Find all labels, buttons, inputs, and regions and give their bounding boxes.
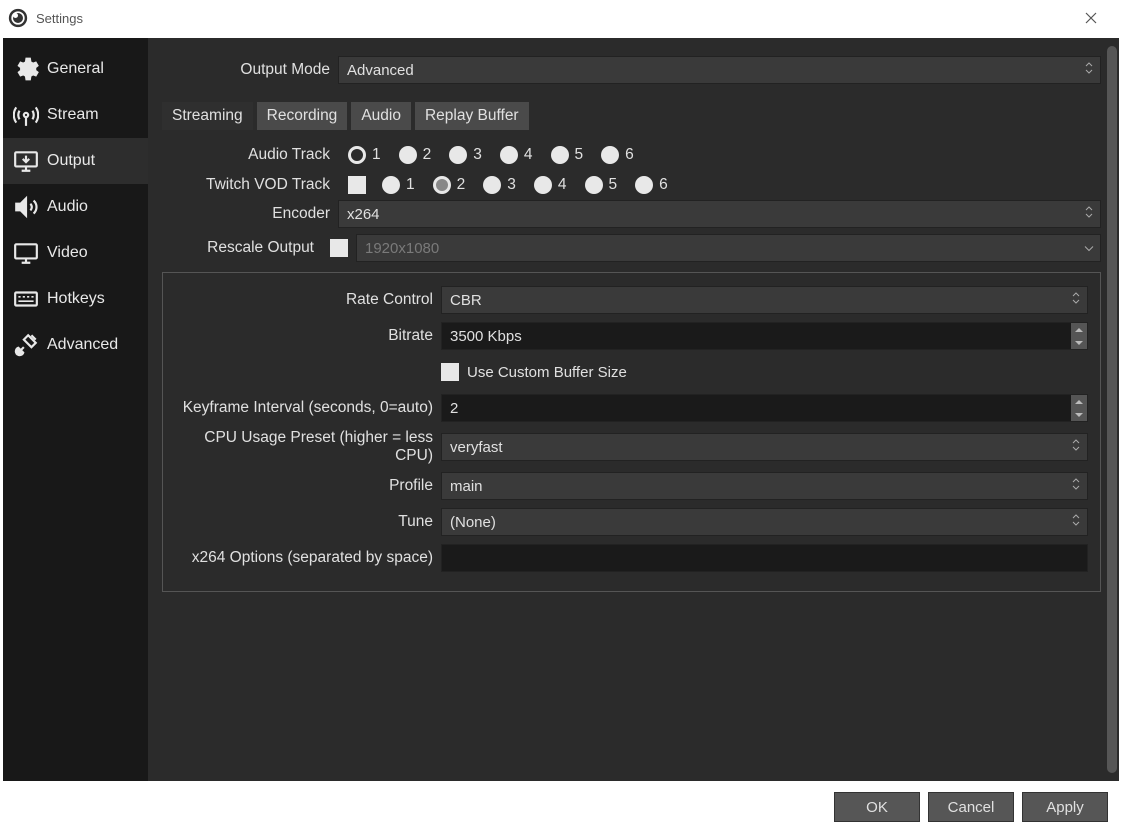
tabs: Streaming Recording Audio Replay Buffer [162, 102, 1101, 130]
audio-track-radio-4[interactable] [500, 146, 518, 164]
obs-logo-icon [8, 8, 28, 28]
rescale-value: 1920x1080 [365, 240, 439, 257]
sidebar-item-stream[interactable]: Stream [3, 92, 148, 138]
profile-dropdown[interactable]: main [441, 472, 1088, 500]
keyframe-label: Keyframe Interval (seconds, 0=auto) [163, 399, 441, 417]
rescale-label: Rescale Output [162, 239, 322, 257]
scrollbar[interactable] [1107, 46, 1117, 773]
sidebar-item-video[interactable]: Video [3, 230, 148, 276]
output-mode-value: Advanced [347, 62, 414, 79]
sidebar-item-general[interactable]: General [3, 46, 148, 92]
bitrate-input[interactable]: 3500 Kbps [441, 322, 1088, 350]
audio-track-radio-2[interactable] [399, 146, 417, 164]
sidebar-label: Hotkeys [47, 290, 105, 308]
cpu-preset-label: CPU Usage Preset (higher = less CPU) [163, 429, 441, 465]
encoder-label: Encoder [162, 205, 338, 223]
sidebar-label: General [47, 60, 104, 78]
chevron-updown-icon [1084, 205, 1094, 223]
output-icon [13, 148, 39, 174]
audio-track-radio-1[interactable] [348, 146, 366, 164]
output-mode-dropdown[interactable]: Advanced [338, 56, 1101, 84]
custom-buffer-checkbox[interactable] [441, 363, 459, 381]
tools-icon [13, 332, 39, 358]
chevron-updown-icon [1071, 291, 1081, 309]
encoder-settings-panel: Rate Control CBR Bitrate 3500 Kbps Use C… [162, 272, 1101, 592]
tab-replay-buffer[interactable]: Replay Buffer [415, 102, 529, 130]
titlebar: Settings [0, 0, 1122, 36]
vod-track-radio-4[interactable] [534, 176, 552, 194]
tab-streaming[interactable]: Streaming [162, 102, 253, 130]
vod-track-checkbox[interactable] [348, 176, 366, 194]
tune-label: Tune [163, 513, 441, 531]
sidebar-label: Video [47, 244, 88, 262]
sidebar-label: Audio [47, 198, 88, 216]
sidebar-label: Advanced [47, 336, 118, 354]
window-title: Settings [36, 11, 83, 26]
x264-opts-input[interactable] [441, 544, 1088, 572]
encoder-value: x264 [347, 206, 380, 223]
chevron-updown-icon [1084, 61, 1094, 79]
output-mode-label: Output Mode [162, 61, 338, 79]
tab-audio[interactable]: Audio [351, 102, 411, 130]
main-panel: Output Mode Advanced Streaming Recording… [148, 38, 1119, 781]
rescale-dropdown[interactable]: 1920x1080 [356, 234, 1101, 262]
chevron-updown-icon [1071, 513, 1081, 531]
chevron-updown-icon [1071, 438, 1081, 456]
tab-recording[interactable]: Recording [257, 102, 348, 130]
profile-label: Profile [163, 477, 441, 495]
audio-track-radio-3[interactable] [449, 146, 467, 164]
audio-track-label: Audio Track [162, 146, 338, 164]
vod-track-radio-3[interactable] [483, 176, 501, 194]
rate-control-dropdown[interactable]: CBR [441, 286, 1088, 314]
apply-button[interactable]: Apply [1022, 792, 1108, 822]
sidebar-label: Stream [47, 106, 99, 124]
sidebar-item-advanced[interactable]: Advanced [3, 322, 148, 368]
vod-track-radio-5[interactable] [585, 176, 603, 194]
chevron-updown-icon [1071, 477, 1081, 495]
rate-control-label: Rate Control [163, 291, 441, 309]
keyframe-input[interactable]: 2 [441, 394, 1088, 422]
bitrate-label: Bitrate [163, 327, 441, 345]
cpu-preset-dropdown[interactable]: veryfast [441, 433, 1088, 461]
chevron-down-icon [1084, 240, 1094, 257]
keyboard-icon [13, 286, 39, 312]
sidebar-label: Output [47, 152, 95, 170]
encoder-dropdown[interactable]: x264 [338, 200, 1101, 228]
custom-buffer-label: Use Custom Buffer Size [467, 364, 627, 381]
tune-dropdown[interactable]: (None) [441, 508, 1088, 536]
speaker-icon [13, 194, 39, 220]
close-icon[interactable] [1068, 0, 1114, 36]
bitrate-spinner[interactable] [1071, 323, 1087, 349]
cancel-button[interactable]: Cancel [928, 792, 1014, 822]
monitor-icon [13, 240, 39, 266]
vod-track-radio-2[interactable] [433, 176, 451, 194]
vod-track-radio-1[interactable] [382, 176, 400, 194]
gear-icon [13, 56, 39, 82]
vod-track-radio-6[interactable] [635, 176, 653, 194]
rescale-checkbox[interactable] [330, 239, 348, 257]
x264-opts-label: x264 Options (separated by space) [163, 549, 441, 567]
audio-track-radio-5[interactable] [551, 146, 569, 164]
keyframe-spinner[interactable] [1071, 395, 1087, 421]
sidebar-item-output[interactable]: Output [3, 138, 148, 184]
sidebar-item-hotkeys[interactable]: Hotkeys [3, 276, 148, 322]
audio-track-radio-6[interactable] [601, 146, 619, 164]
antenna-icon [13, 102, 39, 128]
sidebar-item-audio[interactable]: Audio [3, 184, 148, 230]
footer: OK Cancel Apply [0, 781, 1122, 833]
ok-button[interactable]: OK [834, 792, 920, 822]
sidebar: General Stream Output Audio Video Hotkey… [3, 38, 148, 781]
vod-track-label: Twitch VOD Track [162, 176, 338, 194]
